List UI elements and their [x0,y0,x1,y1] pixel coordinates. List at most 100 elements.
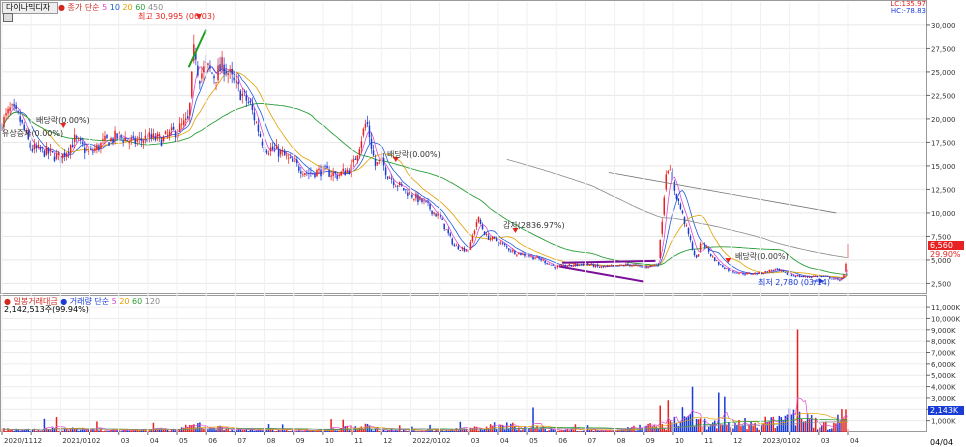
volume-bar [5,431,7,432]
candle-down [508,248,510,251]
volume-bar [417,431,419,432]
volume-bar [665,429,668,432]
price-y-tick-label: 15,000 [931,163,956,171]
volume-bar [213,428,215,432]
ma20-line [1,68,849,278]
x-tick-label: 12 [33,437,42,445]
candle-down [106,134,108,139]
candle-down [172,126,175,130]
x-tick-label: 10 [675,437,684,445]
volume-bar [334,430,336,432]
volume-bar [657,428,659,432]
candle-down [495,238,498,241]
candle-up [378,159,381,162]
candle-down [120,135,122,137]
candle-down [582,263,585,266]
candle-down [98,145,100,151]
candle-up [600,266,603,268]
candle-up [534,258,536,260]
candle-down [219,64,221,72]
candle-up [419,196,421,200]
capital-increase-annotation: 유상증자(0.00%) [2,129,64,138]
volume-bar [223,430,225,432]
trendline-gray-long [608,172,837,214]
candle-up [346,169,349,173]
candle-down [174,131,177,138]
candle-up [491,236,494,239]
candle-up [608,265,611,267]
volume-bar [635,430,637,432]
candle-down [683,217,686,224]
price-y-tick-label: 2,500 [931,280,951,288]
candle-up [279,150,282,155]
candle-up [633,264,635,266]
volume-bar [41,430,44,432]
volume-bar [255,430,258,432]
candle-up [726,268,728,270]
candle-down [386,176,389,179]
candle-down [396,185,399,187]
candle-down [324,165,326,167]
candle-up [338,174,340,176]
candle-up [358,149,361,155]
hc-label: HC:-78.83 [890,7,926,15]
candle-down [289,156,292,158]
volume-bar [685,417,688,432]
candle-up [356,155,359,161]
candle-down [249,100,252,103]
candle-up [388,177,391,179]
volume-bar [669,421,672,432]
vma60-label: 60 [132,297,143,306]
volume-bar [756,427,758,432]
x-tick-label: 09 [296,437,305,445]
volume-bar [841,409,843,432]
volume-bar [215,429,217,432]
candle-up [663,197,666,215]
volume-bar [798,411,801,432]
candle-up [536,256,538,258]
candle-up [711,256,714,258]
x-tick-label: 02 [442,437,451,445]
candle-up [415,193,417,199]
volume-bar [481,430,484,432]
candle-down [160,139,163,147]
candle-down [370,138,373,150]
candle-down [451,238,454,245]
candle-down [598,267,601,268]
volume-bar [405,430,407,432]
volume-bar [69,429,72,432]
candle-down [243,90,246,92]
price-y-tick-label: 10,000 [931,210,956,218]
candle-down [310,172,312,174]
candle-up [33,144,36,150]
candle-up [455,245,458,247]
candle-down [21,119,23,123]
volume-bar [602,431,605,432]
candle-down [655,264,657,266]
candle-up [168,131,171,136]
candle-up [191,71,193,97]
x-tick-label: 2021/01 [62,437,91,445]
candle-down [187,116,189,119]
candle-down [734,272,736,274]
candle-up [11,104,13,106]
candle-down [459,250,462,251]
settings-icon[interactable] [3,13,13,22]
candle-up [100,142,102,149]
candle-down [742,273,744,275]
candle-down [750,273,752,275]
candle-down [13,103,15,107]
candle-up [57,153,60,155]
volume-bar [707,426,710,432]
candle-up [568,264,571,266]
candle-down [84,147,86,153]
volume-y-tick-label: 7,000K [931,350,956,358]
current-volume: 2,142,513주(99.94%) [4,305,89,314]
candle-down [501,243,504,244]
volume-bar [229,431,231,432]
volume-bar [358,428,361,432]
current-volume-tag: 2,143K [928,406,964,415]
volume-bar [825,421,827,432]
candle-up [69,145,72,154]
volume-bar [168,431,171,432]
